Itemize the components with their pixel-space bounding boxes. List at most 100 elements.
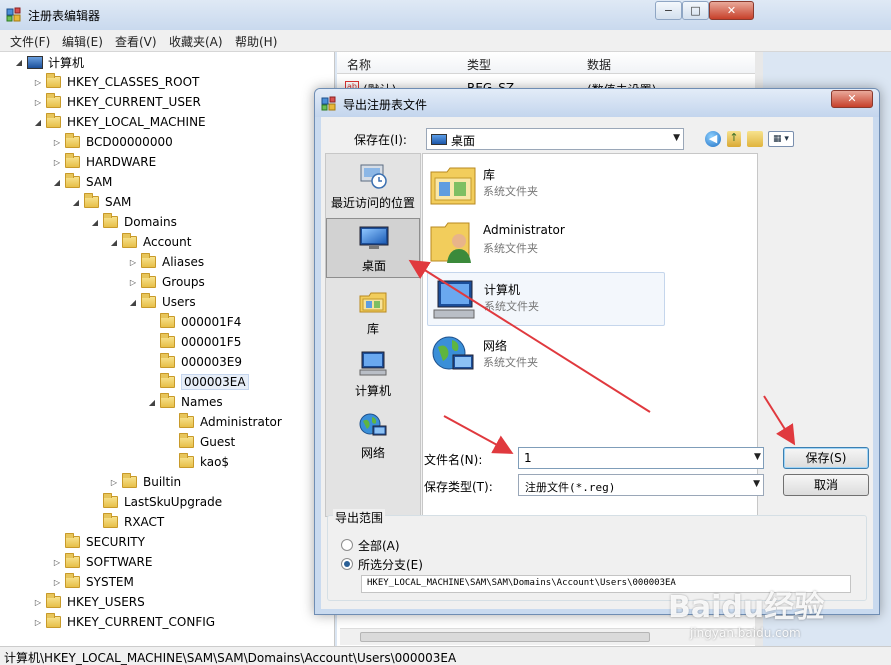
computer-icon (433, 280, 475, 319)
tree-item[interactable]: ▷ HKEY_CURRENT_USER (33, 92, 201, 112)
tree-item[interactable]: ▷ HKEY_CLASSES_ROOT (33, 72, 199, 92)
tree-item[interactable]: Administrator (166, 412, 282, 432)
tree-item[interactable]: ▷ Builtin (109, 472, 181, 492)
tree-item[interactable]: 000001F4 (147, 312, 241, 332)
tree-item[interactable]: ▷ SOFTWARE (52, 552, 152, 572)
radio-all-label[interactable]: 全部(A) (358, 537, 400, 554)
tree-item[interactable]: ◢ SAM (52, 172, 112, 192)
title-bar[interactable]: 注册表编辑器 − □ ✕ (0, 0, 891, 30)
menu-edit[interactable]: 编辑(E) (62, 33, 103, 50)
collapsed-arrow-icon[interactable]: ▷ (52, 558, 62, 567)
radio-all[interactable] (341, 539, 353, 551)
dialog-close-button[interactable]: ✕ (831, 90, 873, 108)
tree-item[interactable]: ▷ HKEY_USERS (33, 592, 145, 612)
expanded-arrow-icon[interactable]: ◢ (128, 298, 138, 307)
tree-item-label: SAM (105, 195, 132, 209)
collapsed-arrow-icon[interactable]: ▷ (33, 78, 43, 87)
save-in-label: 保存在(I): (354, 133, 407, 147)
tree-item-label: HKEY_USERS (67, 595, 145, 609)
expanded-arrow-icon[interactable]: ◢ (14, 58, 24, 67)
tree-item-label: 000003EA (181, 374, 249, 390)
expanded-arrow-icon[interactable]: ◢ (33, 118, 43, 127)
close-button[interactable]: ✕ (709, 1, 754, 20)
save-button[interactable]: 保存(S) (783, 447, 869, 469)
up-folder-icon[interactable]: ↑ (727, 131, 741, 147)
column-name[interactable]: 名称 (347, 56, 371, 73)
tree-item[interactable]: kao$ (166, 452, 229, 472)
maximize-button[interactable]: □ (682, 1, 709, 20)
expanded-arrow-icon[interactable]: ◢ (52, 178, 62, 187)
column-data[interactable]: 数据 (587, 56, 611, 73)
tree-item[interactable]: 000001F5 (147, 332, 241, 352)
registry-tree[interactable]: ◢ 计算机 ▷ HKEY_CLASSES_ROOT ▷ HKEY_CURRENT_USER… (0, 52, 335, 646)
place-computer[interactable]: 计算机 (326, 344, 420, 404)
tree-item[interactable]: 000003EA (147, 372, 249, 392)
collapsed-arrow-icon[interactable]: ▷ (33, 598, 43, 607)
tree-item[interactable]: LastSkuUpgrade (90, 492, 222, 512)
tree-item[interactable]: ◢ SAM (71, 192, 131, 212)
menu-file[interactable]: 文件(F) (10, 33, 50, 50)
radio-selected-branch[interactable] (341, 558, 353, 570)
tree-item[interactable]: ◢ HKEY_LOCAL_MACHINE (33, 112, 206, 132)
folder-icon (160, 373, 175, 388)
dialog-title-bar[interactable]: 导出注册表文件 ✕ (315, 89, 879, 117)
place-desktop[interactable]: 桌面 (326, 218, 420, 278)
place-recent[interactable]: 最近访问的位置 (326, 156, 420, 216)
collapsed-arrow-icon[interactable]: ▷ (33, 98, 43, 107)
tree-item[interactable]: Guest (166, 432, 235, 452)
list-item[interactable]: 计算机 系统文件夹 (427, 272, 665, 326)
chevron-down-icon[interactable]: ▼ (754, 452, 761, 462)
radio-branch-label[interactable]: 所选分支(E) (358, 556, 423, 573)
views-menu-icon[interactable]: ▦ ▾ (768, 131, 794, 147)
filetype-dropdown[interactable]: 注册文件(*.reg) ▼ (518, 474, 764, 496)
back-icon[interactable]: ◀ (705, 131, 721, 147)
list-item[interactable]: 库 系统文件夹 (427, 158, 665, 212)
menu-favorites[interactable]: 收藏夹(A) (169, 33, 223, 50)
place-library[interactable]: 库 (326, 282, 420, 342)
export-registry-dialog: 导出注册表文件 ✕ 保存在(I): 桌面 ▼ ◀ ↑ ▦ ▾ 最近访问的位置 桌… (314, 88, 880, 615)
tree-item[interactable]: 000003E9 (147, 352, 242, 372)
place-network[interactable]: 网络 (326, 406, 420, 466)
collapsed-arrow-icon[interactable]: ▷ (109, 478, 119, 487)
tree-item[interactable]: ▷ Groups (128, 272, 205, 292)
folder-icon (160, 393, 175, 408)
collapsed-arrow-icon[interactable]: ▷ (52, 158, 62, 167)
tree-item[interactable]: ◢ 计算机 (14, 52, 84, 72)
tree-item[interactable]: ▷ HARDWARE (52, 152, 156, 172)
window-title: 注册表编辑器 (28, 9, 101, 23)
save-in-value: 桌面 (451, 134, 476, 148)
tree-item[interactable]: RXACT (90, 512, 164, 532)
minimize-button[interactable]: − (655, 1, 682, 20)
expanded-arrow-icon[interactable]: ◢ (90, 218, 100, 227)
expanded-arrow-icon[interactable]: ◢ (71, 198, 81, 207)
dialog-body: 保存在(I): 桌面 ▼ ◀ ↑ ▦ ▾ 最近访问的位置 桌面 库 计算机 网络… (321, 117, 873, 609)
tree-item[interactable]: SECURITY (52, 532, 145, 552)
tree-item[interactable]: ▷ BCD00000000 (52, 132, 173, 152)
tree-item[interactable]: ◢ Account (109, 232, 191, 252)
collapsed-arrow-icon[interactable]: ▷ (128, 278, 138, 287)
tree-item[interactable]: ▷ SYSTEM (52, 572, 134, 592)
tree-item-label: HKEY_CURRENT_CONFIG (67, 615, 216, 629)
new-folder-icon[interactable] (747, 131, 763, 147)
cancel-button[interactable]: 取消 (783, 474, 869, 496)
save-in-dropdown[interactable]: 桌面 ▼ (426, 128, 684, 150)
tree-item[interactable]: ◢ Names (147, 392, 223, 412)
tree-item[interactable]: ◢ Users (128, 292, 196, 312)
list-item[interactable]: Administrator 系统文件夹 (427, 215, 665, 269)
collapsed-arrow-icon[interactable]: ▷ (128, 258, 138, 267)
column-type[interactable]: 类型 (467, 56, 491, 73)
tree-item[interactable]: ◢ Domains (90, 212, 177, 232)
filename-input[interactable] (518, 447, 764, 469)
collapsed-arrow-icon[interactable]: ▷ (52, 578, 62, 587)
list-item[interactable]: 网络 系统文件夹 (427, 329, 665, 383)
expanded-arrow-icon[interactable]: ◢ (109, 238, 119, 247)
scrollbar-thumb[interactable] (360, 632, 650, 642)
collapsed-arrow-icon[interactable]: ▷ (33, 618, 43, 627)
menu-help[interactable]: 帮助(H) (235, 33, 277, 50)
tree-item[interactable]: ▷ HKEY_CURRENT_CONFIG (33, 612, 215, 632)
menu-view[interactable]: 查看(V) (115, 33, 157, 50)
tree-item[interactable]: ▷ Aliases (128, 252, 204, 272)
tree-item-label: SOFTWARE (86, 555, 153, 569)
expanded-arrow-icon[interactable]: ◢ (147, 398, 157, 407)
collapsed-arrow-icon[interactable]: ▷ (52, 138, 62, 147)
